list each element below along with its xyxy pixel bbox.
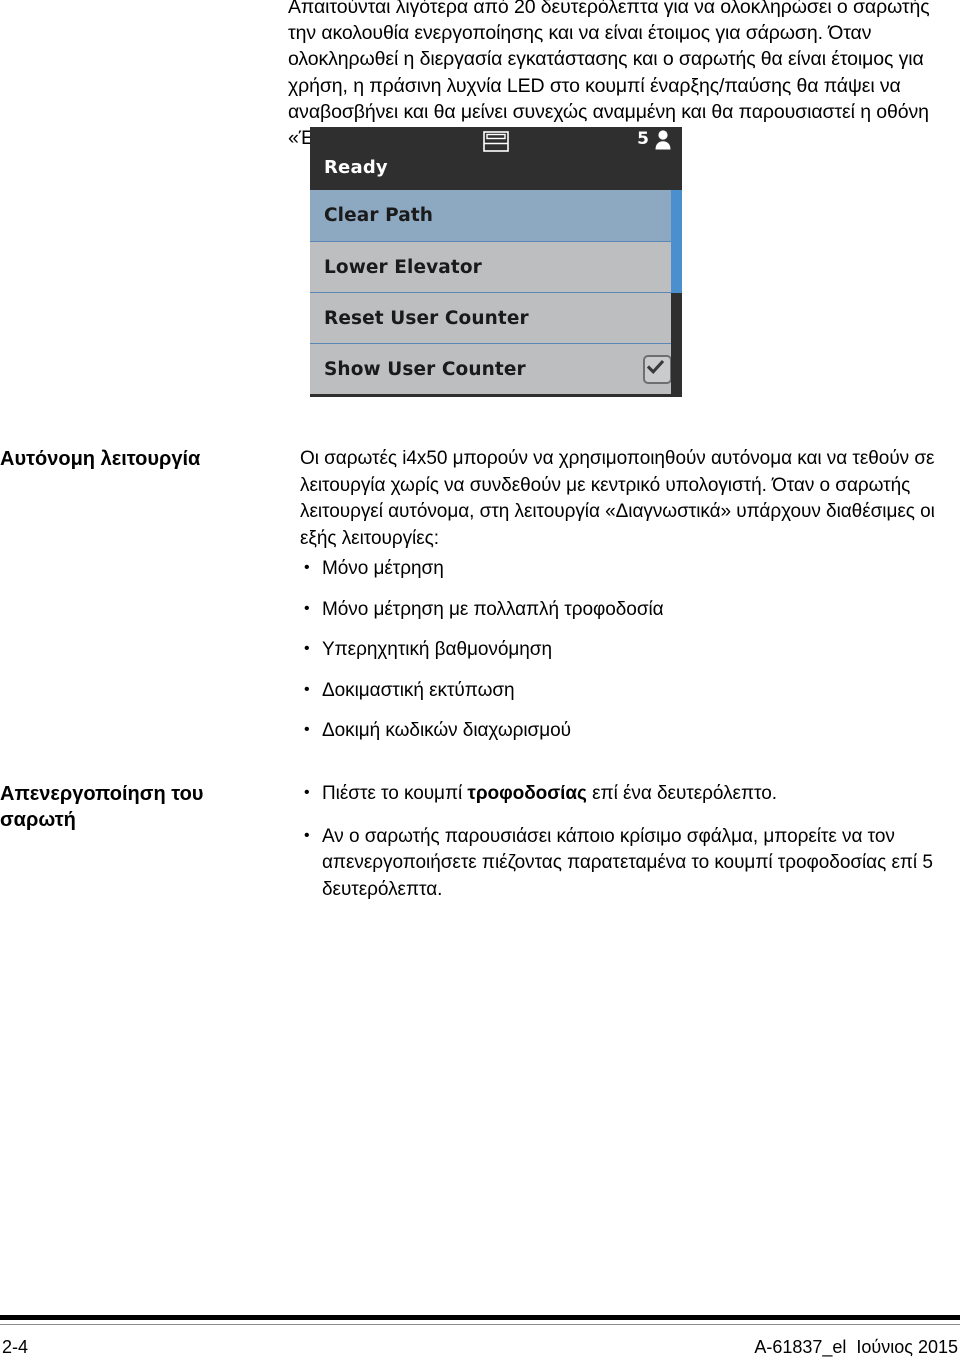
list-item-text-before: Αν ο σαρωτής παρουσιάσει κάποιο κρίσιμο …	[322, 825, 933, 900]
document-tray-icon	[483, 131, 509, 152]
menu-item-label: Show User Counter	[324, 358, 526, 380]
screen-state-label: Ready	[324, 157, 388, 178]
section-heading: Αυτόνομη λειτουργία	[0, 448, 201, 470]
menu-item-label: Reset User Counter	[324, 307, 529, 329]
list-item-text-before: Πιέστε το κουμπί	[322, 783, 468, 804]
user-count-value: 5	[637, 129, 649, 149]
user-icon	[654, 129, 672, 150]
menu-item-lower-elevator[interactable]: Lower Elevator	[310, 241, 682, 292]
footer-page-number: 2-4	[2, 1337, 29, 1357]
section-heading: Απενεργοποίηση του σαρωτή	[0, 783, 204, 831]
menu-item-clear-path[interactable]: Clear Path	[310, 190, 682, 241]
list-item-text-after: επί ένα δευτερόλεπτο.	[586, 783, 777, 804]
screen-menu-list: Clear Path Lower Elevator Reset User Cou…	[310, 190, 682, 397]
list-item: Αν ο σαρωτής παρουσιάσει κάποιο κρίσιμο …	[300, 823, 960, 904]
menu-item-show-user-counter[interactable]: Show User Counter	[310, 343, 682, 394]
list-item: Μόνο μέτρηση με πολλαπλή τροφοδοσία	[300, 596, 960, 624]
screen-scrollbar-track[interactable]	[671, 190, 682, 397]
list-item-text-bold: τροφοδοσίας	[467, 783, 587, 804]
menu-item-reset-user-counter[interactable]: Reset User Counter	[310, 292, 682, 343]
list-item: Υπερηχητική βαθμονόμηση	[300, 636, 960, 664]
section-body: Οι σαρωτές i4x50 μπορούν να χρησιμοποιηθ…	[300, 446, 960, 745]
checkbox-checked-icon[interactable]	[643, 354, 672, 384]
list-item: Δοκιμή κωδικών διαχωρισμού	[300, 717, 960, 745]
user-count-group: 5	[637, 129, 672, 150]
screen-status-bar: 5 Ready	[310, 127, 682, 190]
feature-list: Μόνο μέτρηση Μόνο μέτρηση με πολλαπλή τρ…	[300, 555, 960, 745]
screen-scrollbar-thumb[interactable]	[671, 190, 682, 293]
device-screen-figure: 5 Ready Clear Path Lower Elevator Reset …	[310, 127, 682, 397]
power-off-steps-list: Πιέστε το κουμπί τροφοδοσίας επί ένα δευ…	[300, 780, 960, 904]
section-body: Πιέστε το κουμπί τροφοδοσίας επί ένα δευ…	[300, 780, 960, 904]
footer-rule-thick	[0, 1315, 960, 1320]
scanner-operator-control-panel: 5 Ready Clear Path Lower Elevator Reset …	[310, 127, 682, 397]
section-paragraph: Οι σαρωτές i4x50 μπορούν να χρησιμοποιηθ…	[300, 448, 935, 549]
document-page: Απαιτούνται λιγότερα από 20 δευτερόλεπτα…	[0, 0, 960, 1369]
list-item: Μόνο μέτρηση	[300, 555, 960, 583]
footer-document-id: A-61837_el Ιούνιος 2015	[754, 1337, 958, 1357]
footer-rule-thin	[0, 1324, 960, 1325]
menu-item-label: Lower Elevator	[324, 256, 482, 278]
list-item: Δοκιμαστική εκτύπωση	[300, 677, 960, 705]
list-item: Πιέστε το κουμπί τροφοδοσίας επί ένα δευ…	[300, 780, 960, 808]
menu-item-label: Clear Path	[324, 205, 434, 226]
